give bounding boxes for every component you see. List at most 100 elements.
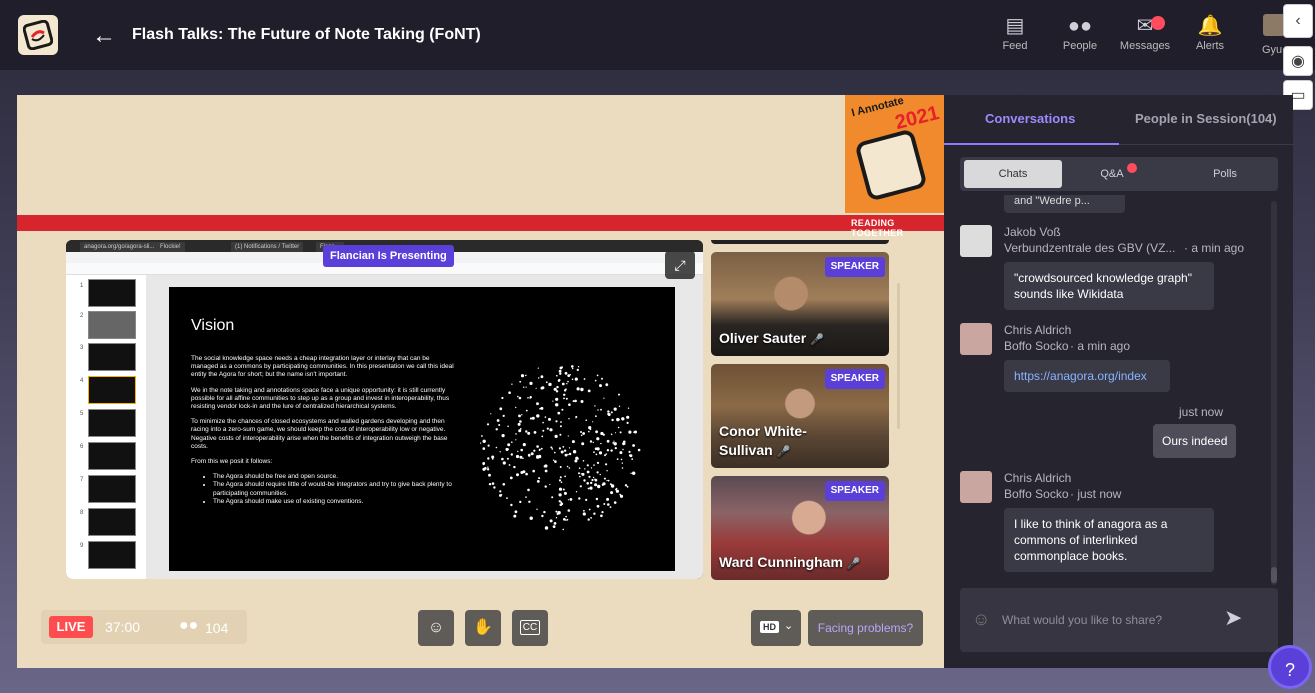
collapse-chevron-icon[interactable]: ‹ <box>1283 4 1313 38</box>
chat-scrollbar[interactable] <box>1271 201 1277 585</box>
raise-hand-button[interactable]: ✋ <box>465 610 501 646</box>
chat-input[interactable] <box>1002 606 1222 634</box>
eye-icon[interactable]: ◉ <box>1283 46 1313 76</box>
speaker-tile[interactable]: SPEAKER Oliver Sauter 🎤 <box>711 252 889 356</box>
tab-conversations[interactable]: Conversations <box>985 111 1075 126</box>
graph-node <box>628 450 631 453</box>
chat-scrollbar-thumb[interactable] <box>1271 567 1277 583</box>
nav-people[interactable]: ●● People <box>1050 12 1110 52</box>
slide-thumbnail <box>88 475 136 503</box>
hand-icon: ✋ <box>473 619 493 636</box>
message-link[interactable]: https://anagora.org/index <box>1014 369 1147 383</box>
help-button[interactable]: ? <box>1268 645 1312 689</box>
segment-polls[interactable]: Polls <box>1176 160 1274 188</box>
graph-node <box>554 434 558 438</box>
graph-node <box>544 526 549 530</box>
graph-node <box>523 386 525 388</box>
graph-node <box>518 414 521 418</box>
graph-node <box>551 448 554 450</box>
sender-name: Chris Aldrich <box>1004 323 1072 337</box>
graph-node <box>525 409 528 412</box>
slide-bullets: The Agora should be free and open source… <box>191 473 456 506</box>
segment-chats[interactable]: Chats <box>964 160 1062 188</box>
graph-node <box>628 430 632 434</box>
quality-selector[interactable]: HD ⌄ <box>751 610 801 646</box>
graph-node <box>566 518 569 521</box>
nav-messages[interactable]: ✉ Messages <box>1115 12 1175 52</box>
screen-share[interactable]: anagora.org/go/agora-sli... Flockie! (1)… <box>66 240 703 579</box>
graph-node <box>588 508 591 511</box>
graph-node <box>564 453 568 457</box>
graph-node <box>520 448 523 452</box>
graph-node <box>549 519 553 523</box>
tab-people-in-session[interactable]: People in Session(104) <box>1135 111 1277 126</box>
back-arrow-icon[interactable]: ← <box>92 22 116 50</box>
graph-node <box>614 432 617 434</box>
emoji-icon[interactable]: ☺ <box>972 609 990 630</box>
graph-node <box>564 492 567 495</box>
graph-node <box>600 442 602 445</box>
graph-node <box>587 487 590 490</box>
graph-node <box>592 421 594 423</box>
slide-body: The social knowledge space needs a cheap… <box>191 355 456 506</box>
graph-node <box>529 516 533 520</box>
graph-node <box>517 422 521 426</box>
captions-button[interactable]: CC <box>512 610 548 646</box>
graph-node <box>488 473 491 477</box>
graph-node <box>596 447 600 451</box>
app-logo[interactable] <box>18 15 58 55</box>
graph-node <box>541 514 544 518</box>
graph-node <box>621 417 625 421</box>
graph-node <box>555 397 559 401</box>
graph-node <box>487 457 490 460</box>
send-icon[interactable]: ➤ <box>1224 605 1242 631</box>
graph-node <box>596 504 600 508</box>
graph-node <box>611 418 614 422</box>
nav-alerts[interactable]: 🔔 Alerts <box>1180 12 1240 52</box>
graph-node <box>511 383 513 385</box>
graph-node <box>482 463 485 466</box>
graph-node <box>498 424 501 426</box>
graph-node <box>605 453 608 455</box>
facing-problems-button[interactable]: Facing problems? <box>808 610 923 646</box>
graph-node <box>574 459 578 463</box>
user-label: Gyu <box>1262 44 1283 56</box>
user-avatar[interactable] <box>1263 14 1285 36</box>
graph-node <box>582 512 586 516</box>
graph-node <box>583 509 585 512</box>
speaker-name-text: Conor White-Sullivan <box>719 423 807 458</box>
graph-node <box>567 509 571 512</box>
graph-node <box>561 408 564 411</box>
active-tab-indicator <box>944 143 1119 145</box>
own-chat-message: Ours indeed <box>1153 424 1237 458</box>
speaker-name-text: Ward Cunningham <box>719 554 843 570</box>
graph-node <box>529 396 532 399</box>
graph-node <box>557 511 561 515</box>
graph-node <box>558 479 562 482</box>
speaker-tile[interactable]: SPEAKER Ward Cunningham 🎤 <box>711 476 889 580</box>
graph-node <box>525 430 528 433</box>
nav-feed[interactable]: ▤ Feed <box>985 12 1045 52</box>
expand-icon[interactable]: ⤢ <box>665 251 695 279</box>
slide-thumbnails: 1 2 3 4 5 6 7 8 9 <box>66 275 146 579</box>
graph-node <box>508 391 511 394</box>
tiles-scrollbar[interactable] <box>897 283 900 429</box>
graph-node <box>542 429 545 432</box>
graph-node <box>552 400 554 402</box>
segment-qa[interactable]: Q&A <box>1063 160 1161 188</box>
graph-node <box>562 446 565 448</box>
graph-node <box>619 494 624 498</box>
emoji-reaction-button[interactable]: ☺ <box>418 610 454 646</box>
graph-node <box>521 414 523 416</box>
graph-node <box>596 471 599 474</box>
graph-node <box>598 451 603 455</box>
graph-node <box>529 381 533 385</box>
graph-node <box>595 415 597 418</box>
graph-node <box>581 472 585 476</box>
graph-node <box>482 447 486 450</box>
graph-node <box>589 440 593 443</box>
graph-node <box>605 463 608 466</box>
graph-node <box>562 488 565 491</box>
speaker-tile[interactable]: SPEAKER Conor White-Sullivan 🎤 <box>711 364 889 468</box>
graph-node <box>584 468 586 470</box>
